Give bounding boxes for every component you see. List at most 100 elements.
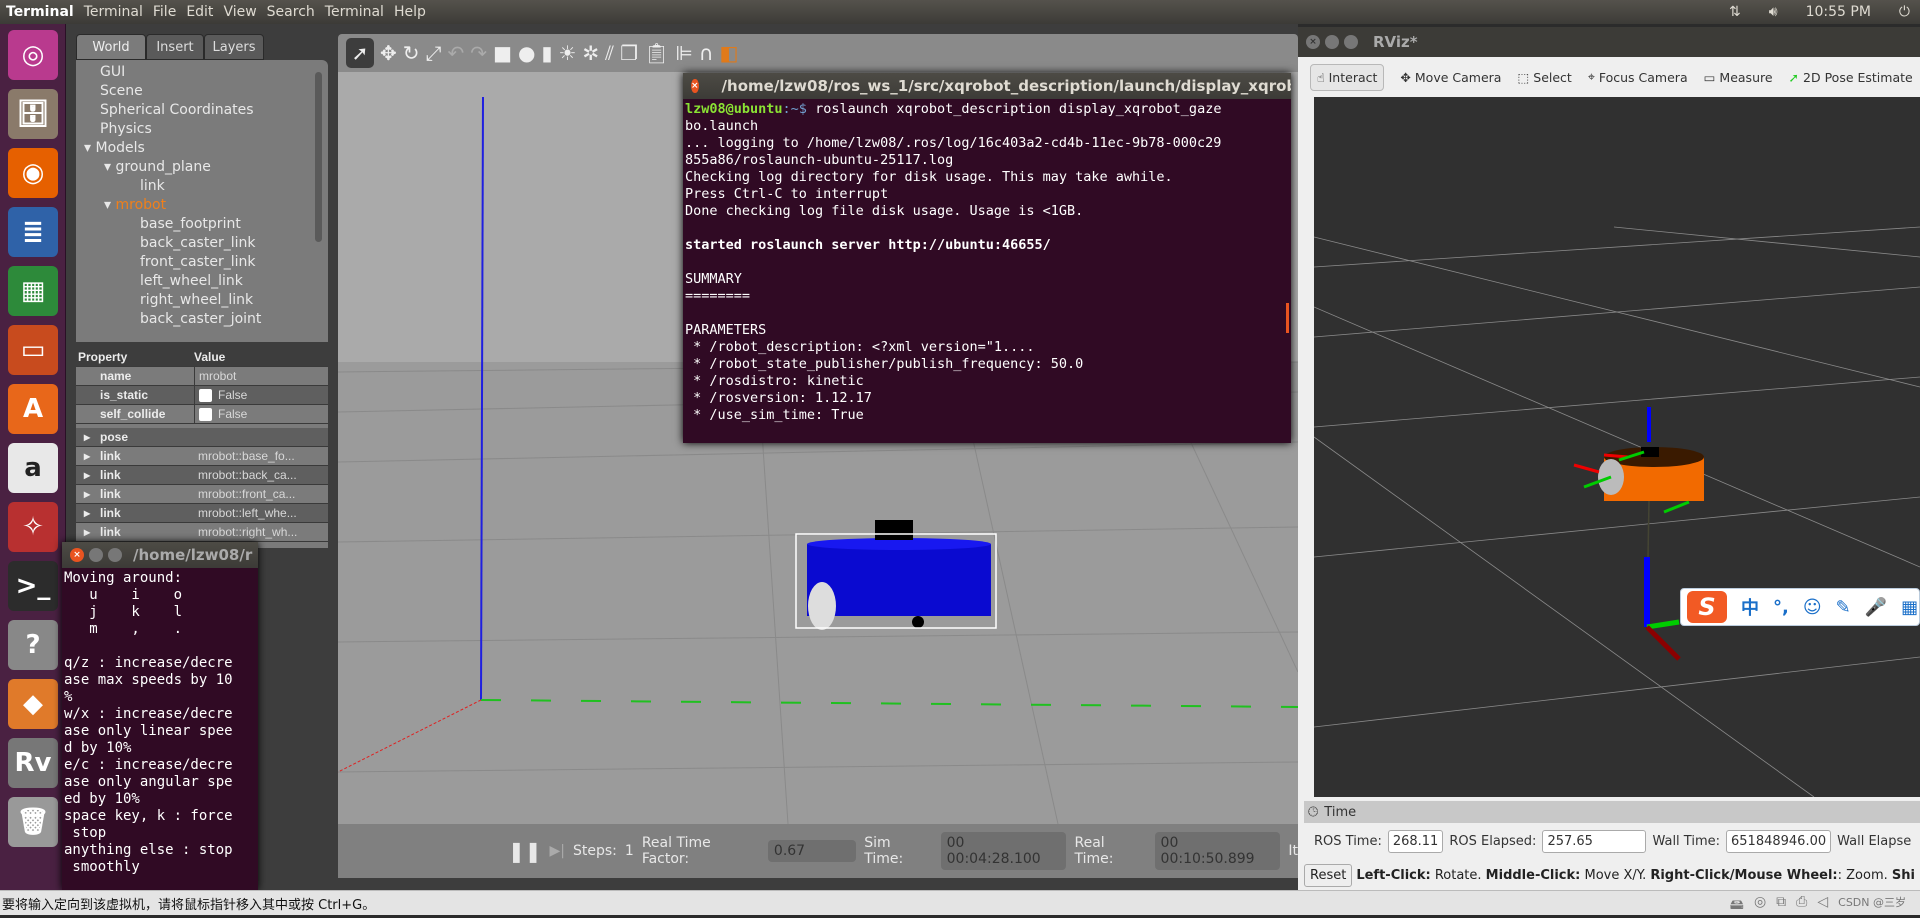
sphere-icon[interactable]: ● [518,41,535,65]
volume-icon[interactable]: 🔊︎ [1769,4,1778,20]
help-icon[interactable]: ? [8,620,58,670]
expand-arrow-icon[interactable]: ▸ [84,487,90,501]
tab-insert[interactable]: Insert [146,34,204,60]
select-mode-icon[interactable]: ➚ [346,38,374,68]
settings-icon[interactable]: ✧ [8,502,58,552]
directional-light-icon[interactable]: ⫽ [605,41,614,65]
tab-world[interactable]: World [76,34,146,60]
firefox-icon[interactable]: ◉ [8,148,58,198]
menu-terminal[interactable]: Terminal [84,4,143,20]
tree-item[interactable]: back_caster_joint [140,311,261,327]
sound-icon[interactable]: ◁ [1817,894,1828,918]
steps-value[interactable]: 1 [625,843,634,859]
ime-emoji-icon[interactable]: ☺ [1803,597,1822,618]
minimize-button[interactable] [1325,35,1339,49]
paste-icon[interactable]: 📋︎ [644,41,669,65]
expand-arrow-icon[interactable]: ▾ [84,140,95,156]
network-adapter-icon[interactable]: ⧉ [1776,894,1786,918]
tree-item[interactable]: base_footprint [140,216,241,232]
property-row[interactable]: ▸ link mrobot::back_ca... [76,466,328,485]
tree-item[interactable]: link [140,178,165,194]
property-row[interactable]: ▸ link mrobot::left_whe... [76,504,328,523]
ime-chinese-mode[interactable]: 中 [1741,594,1759,620]
software-center-icon[interactable]: A [8,384,58,434]
gazebo-icon[interactable]: ◆ [8,679,58,729]
redo-icon[interactable]: ↷ [470,41,487,65]
tree-item[interactable]: GUI [100,64,125,80]
ime-microphone-icon[interactable]: 🎤 [1865,597,1887,618]
menu-edit[interactable]: Edit [186,4,213,20]
clock[interactable]: 10:55 PM [1806,4,1871,20]
reset-button[interactable]: Reset [1304,863,1353,887]
property-row[interactable]: ▸ link mrobot::right_wh... [76,523,328,542]
tool-focus-camera[interactable]: ⌖ Focus Camera [1588,69,1688,85]
ros-elapsed-field[interactable]: 257.65 [1542,829,1647,853]
tree-item[interactable]: ▾ ground_plane [104,159,211,175]
align-icon[interactable]: ⊫ [675,41,692,65]
tool-2d-pose-estimate[interactable]: ➚ 2D Pose Estimate [1789,70,1913,85]
tree-item[interactable]: front_caster_link [140,254,256,270]
rviz-titlebar[interactable]: × RViz* [1298,27,1920,57]
menu-help[interactable]: Help [394,4,426,20]
expand-arrow-icon[interactable]: ▸ [84,449,90,463]
tree-item[interactable]: Physics [100,121,152,137]
calc-icon[interactable]: ▦ [8,266,58,316]
rviz-icon[interactable]: Rv [8,738,58,788]
expand-arrow-icon[interactable]: ▾ [104,197,115,213]
expand-arrow-icon[interactable]: ▸ [84,468,90,482]
scale-icon[interactable]: ⤢ [426,41,442,65]
ubuntu-dash-icon[interactable]: ◎ [8,30,58,80]
tree-item[interactable]: left_wheel_link [140,273,243,289]
tree-item[interactable]: back_caster_link [140,235,255,251]
copy-icon[interactable]: ❐ [620,41,638,65]
point-light-icon[interactable]: ☀ [558,41,576,65]
teleop-terminal-titlebar[interactable]: × /home/lzw08/r [62,542,258,568]
rotate-icon[interactable]: ↻ [403,41,420,65]
tree-item[interactable]: ▾ mrobot [104,197,166,213]
expand-arrow-icon[interactable]: ▾ [104,159,115,175]
amazon-icon[interactable]: a [8,443,58,493]
impress-icon[interactable]: ▭ [8,325,58,375]
property-row[interactable]: ▸ pose [76,428,328,447]
close-button[interactable]: × [1306,35,1320,49]
pause-icon[interactable]: ❚❚ [508,839,542,863]
hdd-icon[interactable]: 🖴︎ [1730,894,1744,918]
tool-select[interactable]: ⬚ Select [1517,70,1571,85]
step-icon[interactable]: ▶| [550,843,565,859]
ime-handwrite-icon[interactable]: ✎ [1836,597,1851,618]
property-row[interactable]: ▸ link mrobot::base_fo... [76,447,328,466]
expand-arrow-icon[interactable]: ▸ [84,506,90,520]
tool-move-camera[interactable]: ✥ Move Camera [1400,70,1501,85]
terminal-icon[interactable]: >_ [8,561,58,611]
printer-icon[interactable]: ⎙ [1796,894,1807,918]
spot-light-icon[interactable]: ✲ [582,41,599,65]
checkbox[interactable] [199,388,212,402]
menu-view[interactable]: View [223,4,256,20]
property-row[interactable]: name mrobot [76,367,328,386]
minimize-button[interactable] [89,548,103,562]
scrollbar[interactable] [1286,303,1289,333]
property-row[interactable]: ▸ link mrobot::front_ca... [76,485,328,504]
trash-icon[interactable]: 🗑︎ [8,797,58,847]
cd-icon[interactable]: ◎ [1754,894,1766,918]
tree-item[interactable]: Spherical Coordinates [100,102,254,118]
rviz-3d-view[interactable] [1314,97,1920,797]
ime-punctuation[interactable]: °, [1773,597,1789,618]
roslaunch-terminal-window[interactable]: × /home/lzw08/ros_ws_1/src/xqrobot_descr… [683,73,1291,443]
expand-arrow-icon[interactable]: ▸ [84,430,90,444]
power-icon[interactable]: ⏻ [1899,4,1910,20]
maximize-button[interactable] [1344,35,1358,49]
close-button[interactable]: × [70,548,84,562]
snap-icon[interactable]: ∩ [699,41,714,65]
tree-item[interactable]: right_wheel_link [140,292,253,308]
property-row[interactable]: is_static False [76,386,328,405]
writer-icon[interactable]: ≣ [8,207,58,257]
maximize-button[interactable] [108,548,122,562]
view-angle-icon[interactable]: ◧ [719,41,738,65]
tree-item[interactable]: Scene [100,83,143,99]
translate-icon[interactable]: ✥ [380,41,397,65]
teleop-terminal-window[interactable]: × /home/lzw08/r Moving around: u i o j k… [62,542,258,890]
ros-time-field[interactable]: 268.11 [1387,829,1444,853]
cylinder-icon[interactable]: ▮ [541,41,552,65]
tree-scrollbar[interactable] [315,72,322,242]
